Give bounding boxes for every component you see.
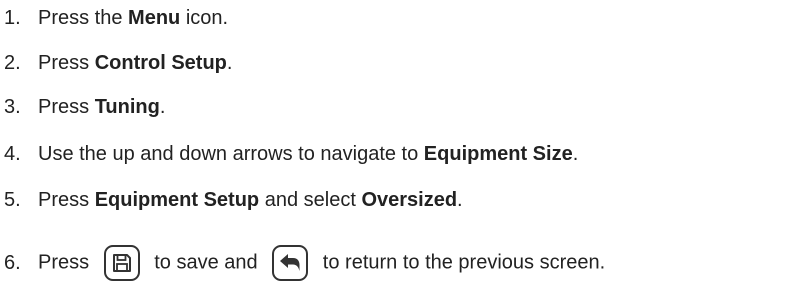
step-text: Use the up and down arrows to navigate t… [38,143,578,166]
step-2: 2. Press Control Setup. [0,48,232,78]
save-icon [103,245,140,281]
step-5: 5. Press Equipment Setup and select Over… [0,185,463,215]
step-text-part: Press the [38,6,129,29]
menu-term: Menu [128,6,181,29]
step-text-part: Use the up and down arrows to navigate t… [38,142,424,165]
step-text-part: Press [38,251,90,274]
step-text-part: . [226,51,233,74]
step-number: 2. [4,51,21,74]
step-number: 1. [4,6,21,29]
step-number: 5. [4,188,21,211]
step-text-part: Press [38,51,95,74]
oversized-term: Oversized [361,188,458,211]
step-4: 4. Use the up and down arrows to navigat… [0,139,578,169]
step-text-part: . [457,188,463,211]
step-text: Press Control Setup. [38,52,232,75]
step-text: Press Equipment Setup and select Oversiz… [38,189,463,212]
step-text-part: Press [38,188,95,211]
step-1: 1. Press the Menu icon. [0,3,228,33]
step-3: 3. Press Tuning. [0,92,165,122]
equipment-size-term: Equipment Size [423,142,573,165]
step-text-part: to save and [154,251,258,274]
instruction-list: 1. Press the Menu icon. 2. Press Control… [0,0,793,297]
back-arrow-icon [272,245,309,281]
step-text-part: . [572,142,579,165]
step-text-part: icon. [180,6,229,29]
control-setup-term: Control Setup [94,51,227,74]
equipment-setup-term: Equipment Setup [94,188,260,211]
step-number: 6. [4,251,21,274]
step-text: Press to save and to return to the previ… [38,245,605,281]
step-text-part: to return to the previous screen. [322,251,606,274]
step-number: 3. [4,95,21,118]
step-6: 6. Press to save and to return to the pr… [0,242,605,284]
step-text: Press the Menu icon. [38,7,228,30]
step-text-part: and select [259,188,362,211]
tuning-term: Tuning [94,95,160,118]
step-number: 4. [4,142,21,165]
step-text: Press Tuning. [38,96,165,119]
step-text-part: . [159,95,166,118]
step-text-part: Press [38,95,95,118]
